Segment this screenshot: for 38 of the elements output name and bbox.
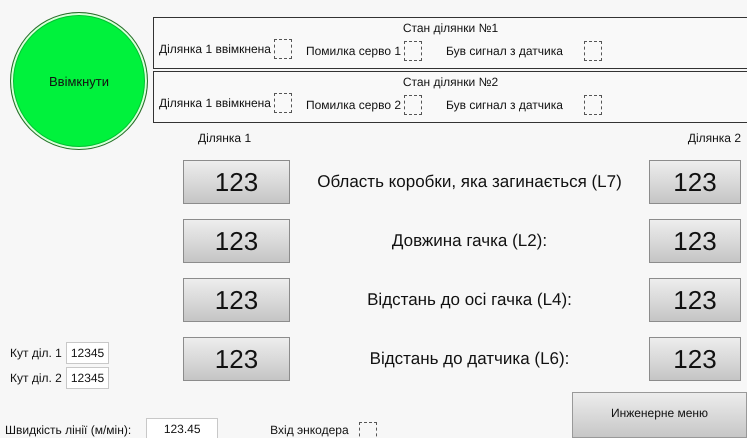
checkbox[interactable] xyxy=(404,95,422,115)
angle-field[interactable]: 12345 xyxy=(66,367,110,389)
value-field[interactable]: 123 xyxy=(183,160,290,204)
angle-label: Кут діл. 2 xyxy=(10,371,62,385)
parameter-label: Відстань до осі гачка (L4): xyxy=(366,290,573,310)
value-field[interactable]: 123 xyxy=(649,219,741,263)
angle-field[interactable]: 12345 xyxy=(66,342,110,364)
value-field[interactable]: 123 xyxy=(183,337,290,381)
value-field[interactable]: 123 xyxy=(183,278,290,322)
indicator-label: Був сигнал з датчика xyxy=(446,44,563,58)
indicator-label: Ділянка 1 ввімкнена xyxy=(159,42,271,56)
checkbox[interactable] xyxy=(584,41,602,61)
indicator-label: Був сигнал з датчика xyxy=(446,98,563,112)
indicator-label: Помилка серво 2 xyxy=(306,98,402,112)
parameter-label: Довжина гачка (L2): xyxy=(390,231,548,251)
angle-label: Кут діл. 1 xyxy=(10,346,62,360)
power-button[interactable]: Ввімкнути xyxy=(10,12,148,150)
speed-field[interactable]: 123.45 xyxy=(146,418,218,438)
speed-label: Швидкість лінії (м/мін): xyxy=(5,423,132,437)
indicator-label: Помилка серво 1 xyxy=(306,44,402,58)
checkbox[interactable] xyxy=(358,422,377,438)
value-field[interactable]: 123 xyxy=(649,160,741,204)
checkbox[interactable] xyxy=(404,41,422,61)
encoder-label: Вхід энкодера xyxy=(270,423,349,437)
panel-title: Стан ділянки №2 xyxy=(402,75,498,89)
checkbox[interactable] xyxy=(274,39,292,59)
value-field[interactable]: 123 xyxy=(649,278,741,322)
column-header: Ділянка 1 xyxy=(198,131,252,145)
parameter-label: Відстань до датчика (L6): xyxy=(368,349,570,369)
value-field[interactable]: 123 xyxy=(183,219,290,263)
panel-title: Стан ділянки №1 xyxy=(402,21,498,35)
value-field[interactable]: 123 xyxy=(649,337,741,381)
checkbox[interactable] xyxy=(584,95,602,115)
parameter-label: Область коробки, яка загинається (L7) xyxy=(316,172,623,192)
indicator-label: Ділянка 1 ввімкнена xyxy=(159,96,271,110)
checkbox[interactable] xyxy=(274,93,292,113)
engineering-menu-button[interactable]: Инженерне меню xyxy=(572,392,747,438)
column-header: Ділянка 2 xyxy=(688,131,741,145)
